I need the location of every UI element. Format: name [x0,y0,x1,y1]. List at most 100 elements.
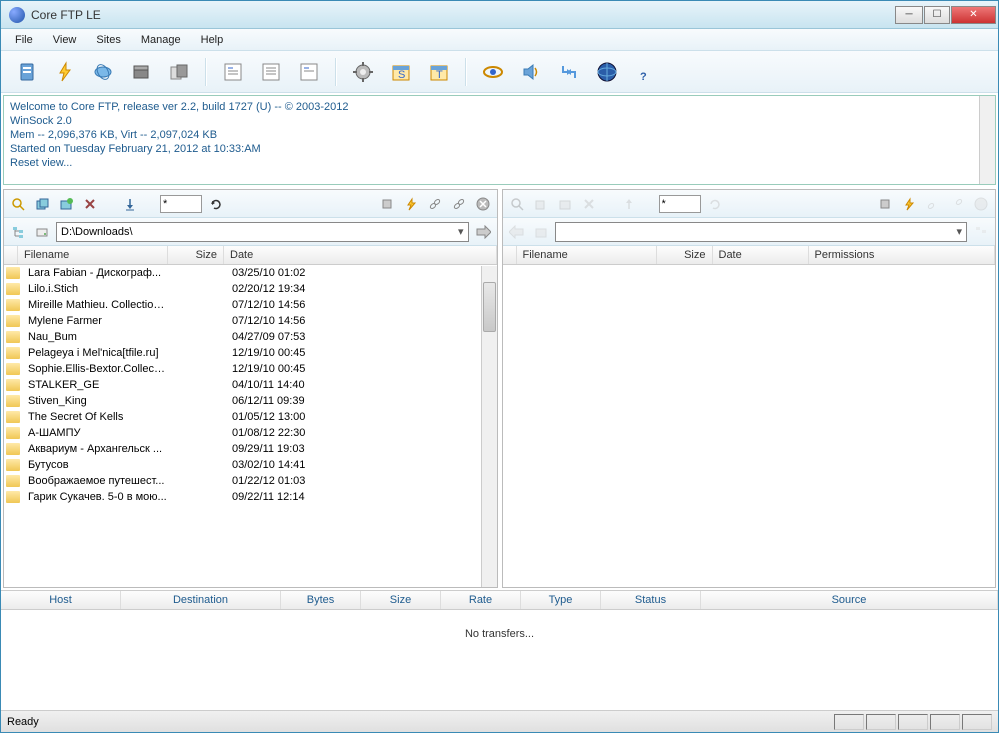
search-icon[interactable] [8,194,28,214]
link1-icon[interactable] [425,194,445,214]
view-button[interactable] [477,56,509,88]
connect-button[interactable] [11,56,43,88]
maximize-button[interactable]: ☐ [924,6,950,24]
local-scrollbar[interactable] [481,266,497,587]
file-panes: D:\Downloads\▾ Filename Size Date Lara F… [1,187,998,590]
remote-pane: ▾ Filename Size Date Permissions [502,189,997,588]
refresh-icon[interactable] [206,194,226,214]
textview1-button[interactable] [217,56,249,88]
local-filter-input[interactable] [160,195,202,213]
rate-col[interactable]: Rate [441,591,521,609]
size-col[interactable]: Size [657,246,713,264]
globe-button[interactable] [591,56,623,88]
drive-icon[interactable] [32,222,52,242]
filename-col[interactable]: Filename [517,246,657,264]
remote-list-header: Filename Size Date Permissions [503,246,996,265]
date-col[interactable]: Date [224,246,497,264]
file-row[interactable]: Lara Fabian - Дискограф...03/25/10 01:02 [4,265,497,281]
file-row[interactable]: The Secret Of Kells01/05/12 13:00 [4,409,497,425]
copy-icon[interactable] [32,194,52,214]
file-row[interactable]: Stiven_King06/12/11 09:39 [4,393,497,409]
permissions-col[interactable]: Permissions [809,246,996,264]
file-name: Lara Fabian - Дискограф... [24,267,172,279]
log-scrollbar[interactable] [979,96,995,184]
menu-file[interactable]: File [5,32,43,48]
quick-connect-button[interactable] [49,56,81,88]
file-row[interactable]: Lilo.i.Stich02/20/12 19:34 [4,281,497,297]
link2-icon[interactable] [449,194,469,214]
lightning-icon[interactable] [899,194,919,214]
lightning-icon[interactable] [401,194,421,214]
file-row[interactable]: Гарик Сукачев. 5-0 в мою...09/22/11 12:1… [4,489,497,505]
destination-col[interactable]: Destination [121,591,281,609]
remote-path-input[interactable]: ▾ [555,222,968,242]
filename-col[interactable]: Filename [18,246,168,264]
upload-icon [619,194,639,214]
file-name: Аквариум - Архангельск ... [24,443,172,455]
disconnect-button[interactable] [125,56,157,88]
menu-help[interactable]: Help [191,32,234,48]
remote-file-list[interactable]: Filename Size Date Permissions [503,246,996,587]
go-icon[interactable] [473,222,493,242]
remote-filter-input[interactable] [659,195,701,213]
file-name: Mylene Farmer [24,315,172,327]
file-row[interactable]: Sophie.Ellis-Bextor.Collecti...12/19/10 … [4,361,497,377]
menu-manage[interactable]: Manage [131,32,191,48]
status-col[interactable]: Status [601,591,701,609]
folder-icon [6,379,20,391]
file-date: 01/05/12 13:00 [228,411,495,423]
close-button[interactable]: ✕ [951,6,996,24]
file-row[interactable]: Воображаемое путешест...01/22/12 01:03 [4,473,497,489]
transfer-mode-icon[interactable] [875,194,895,214]
reconnect-button[interactable] [87,56,119,88]
settings-button[interactable] [347,56,379,88]
scrollbar-thumb[interactable] [483,282,496,332]
help-button[interactable]: ? [629,56,661,88]
bytes-col[interactable]: Bytes [281,591,361,609]
sound-button[interactable] [515,56,547,88]
file-row[interactable]: Nau_Bum04/27/09 07:53 [4,329,497,345]
local-path-input[interactable]: D:\Downloads\▾ [56,222,469,242]
textview2-button[interactable] [255,56,287,88]
textview3-button[interactable] [293,56,325,88]
new-folder-icon[interactable] [56,194,76,214]
file-row[interactable]: STALKER_GE04/10/11 14:40 [4,377,497,393]
site-manager-button[interactable] [163,56,195,88]
file-date: 01/22/12 01:03 [228,475,495,487]
menu-sites[interactable]: Sites [86,32,130,48]
new-folder-icon [555,194,575,214]
file-row[interactable]: Mireille Mathieu. Collection....07/12/10… [4,297,497,313]
local-file-list[interactable]: Filename Size Date Lara Fabian - Дискогр… [4,246,497,587]
minimize-button[interactable]: ─ [895,6,923,24]
file-row[interactable]: Бутусов03/02/10 14:41 [4,457,497,473]
file-row[interactable]: Pelageya i Mel'nica[tfile.ru]12/19/10 00… [4,345,497,361]
file-row[interactable]: А-ШАМПУ01/08/12 22:30 [4,425,497,441]
delete-icon[interactable] [80,194,100,214]
app-window: Core FTP LE ─ ☐ ✕ File View Sites Manage… [0,0,999,733]
local-path-text: D:\Downloads\ [61,226,133,238]
status-cell [930,714,960,730]
icon-col[interactable] [4,246,18,264]
schedule-button[interactable]: S [385,56,417,88]
size-col[interactable]: Size [361,591,441,609]
status-cell [866,714,896,730]
compare-button[interactable] [553,56,585,88]
folder-icon [6,443,20,455]
icon-col[interactable] [503,246,517,264]
host-col[interactable]: Host [1,591,121,609]
templates-button[interactable]: T [423,56,455,88]
menu-view[interactable]: View [43,32,87,48]
download-icon[interactable] [120,194,140,214]
size-col[interactable]: Size [168,246,224,264]
stop-icon[interactable] [473,194,493,214]
date-col[interactable]: Date [713,246,809,264]
file-row[interactable]: Mylene Farmer07/12/10 14:56 [4,313,497,329]
file-name: Sophie.Ellis-Bextor.Collecti... [24,363,172,375]
log-line: Welcome to Core FTP, release ver 2.2, bu… [10,100,989,114]
transfer-mode-icon[interactable] [377,194,397,214]
file-row[interactable]: Аквариум - Архангельск ...09/29/11 19:03 [4,441,497,457]
source-col[interactable]: Source [701,591,998,609]
local-toolbar [4,190,497,218]
type-col[interactable]: Type [521,591,601,609]
tree-icon[interactable] [8,222,28,242]
